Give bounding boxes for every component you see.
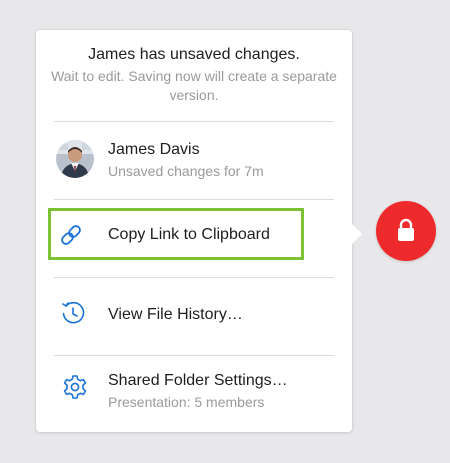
user-name: James Davis xyxy=(108,141,200,158)
popover-header: James has unsaved changes. Wait to edit.… xyxy=(36,30,352,105)
divider xyxy=(54,121,334,122)
divider xyxy=(54,355,334,356)
avatar xyxy=(56,140,94,178)
view-file-history-button[interactable]: View File History… xyxy=(36,286,352,342)
shared-folder-settings-button[interactable]: Shared Folder Settings… Presentation: 5 … xyxy=(36,364,352,420)
popover-subtitle: Wait to edit. Saving now will create a s… xyxy=(51,68,337,103)
gear-icon xyxy=(62,374,88,400)
copy-link-button[interactable]: Copy Link to Clipboard xyxy=(36,207,352,263)
shared-folder-settings-label: Shared Folder Settings… xyxy=(108,372,288,389)
history-icon xyxy=(60,300,86,326)
lock-button[interactable] xyxy=(376,201,436,261)
popover-title: James has unsaved changes. xyxy=(88,46,300,63)
link-icon xyxy=(58,222,84,248)
lock-icon xyxy=(398,218,414,241)
user-status: Unsaved changes for 7m xyxy=(108,163,264,179)
popover-arrow xyxy=(350,222,362,246)
shared-folder-members: Presentation: 5 members xyxy=(108,394,265,410)
view-file-history-label: View File History… xyxy=(108,306,243,323)
divider xyxy=(54,199,334,200)
copy-link-label: Copy Link to Clipboard xyxy=(108,226,270,243)
unsaved-changes-popover: James has unsaved changes. Wait to edit.… xyxy=(36,30,352,432)
divider xyxy=(54,277,334,278)
user-row: James Davis Unsaved changes for 7m xyxy=(36,130,352,186)
